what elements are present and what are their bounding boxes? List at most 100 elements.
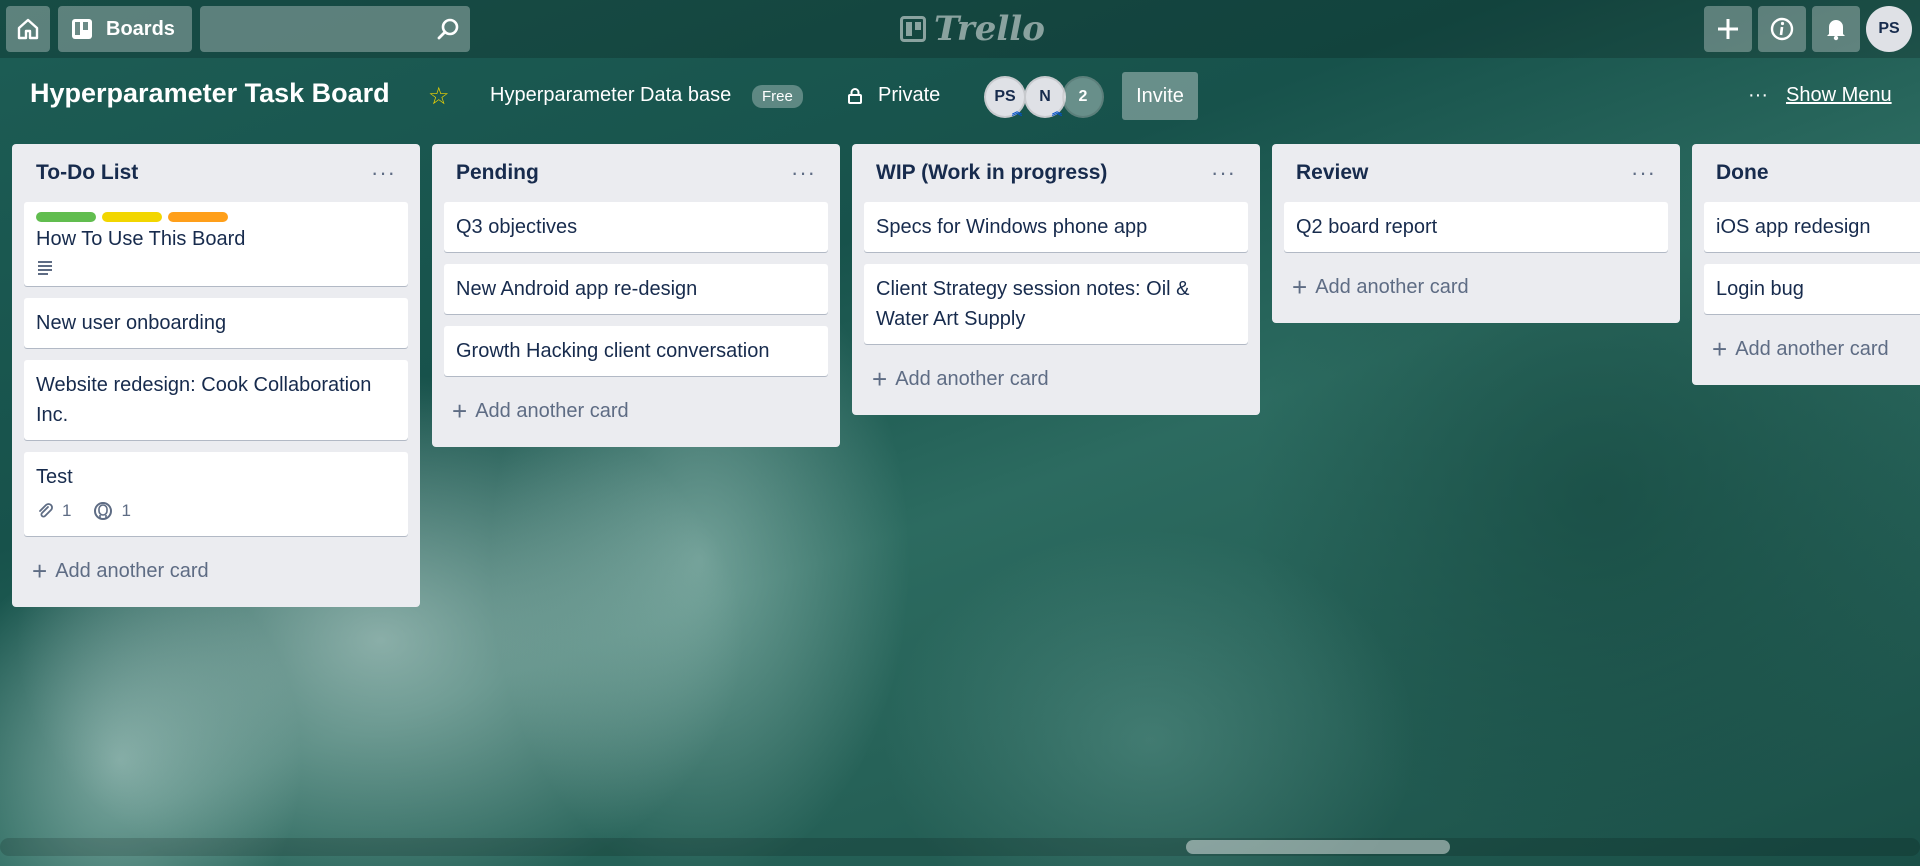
list-title[interactable]: Pending: [456, 161, 539, 185]
card[interactable]: Specs for Windows phone app: [864, 202, 1248, 252]
card[interactable]: Q3 objectives: [444, 202, 828, 252]
card[interactable]: New Android app re-design: [444, 264, 828, 314]
card-badges: 1 1: [36, 496, 396, 526]
add-card-button[interactable]: + Add another card: [24, 548, 408, 595]
list-menu-icon[interactable]: ···: [1631, 160, 1656, 186]
list-menu-icon[interactable]: ···: [791, 160, 816, 186]
list-menu-icon[interactable]: ···: [1211, 160, 1236, 186]
list-header: Pending ···: [444, 144, 828, 202]
admin-chevron-icon: ︽: [1052, 107, 1062, 118]
label-orange[interactable]: [168, 212, 228, 222]
list-menu-icon[interactable]: ···: [371, 160, 396, 186]
plan-badge: Free: [752, 85, 803, 108]
board-title[interactable]: Hyperparameter Task Board: [30, 78, 390, 109]
trello-logo-icon: [900, 16, 926, 42]
visibility-label: Private: [878, 84, 941, 106]
list-header: Done: [1704, 144, 1920, 202]
plus-icon: +: [872, 364, 888, 394]
github-count: 1: [121, 501, 131, 520]
more-members-count[interactable]: 2: [1062, 76, 1104, 118]
notifications-button[interactable]: [1812, 6, 1860, 52]
card-title: New Android app re-design: [456, 278, 698, 300]
list-title[interactable]: WIP (Work in progress): [876, 161, 1107, 185]
plus-icon: +: [1292, 272, 1308, 302]
list-header: WIP (Work in progress) ···: [864, 144, 1248, 202]
plus-icon: [1718, 19, 1738, 39]
home-icon: [17, 18, 39, 40]
card[interactable]: Growth Hacking client conversation: [444, 326, 828, 376]
list-review: Review ··· Q2 board report + Add another…: [1272, 144, 1680, 323]
card-title: Specs for Windows phone app: [876, 216, 1148, 238]
card-title: Q3 objectives: [456, 216, 578, 238]
add-card-label: Add another card: [1315, 276, 1469, 298]
plus-icon: +: [1712, 334, 1728, 364]
label-yellow[interactable]: [102, 212, 162, 222]
trello-logo: Trello: [900, 9, 1045, 49]
admin-chevron-icon: ︽: [1012, 107, 1022, 118]
search-input[interactable]: [200, 6, 470, 52]
attachments-count: 1: [62, 501, 72, 520]
boards-button[interactable]: Boards: [58, 6, 192, 52]
scrollbar-thumb[interactable]: [1186, 840, 1450, 854]
workspace-name[interactable]: Hyperparameter Data base: [490, 84, 731, 107]
card[interactable]: How To Use This Board: [24, 202, 408, 286]
add-card-button[interactable]: + Add another card: [1284, 264, 1668, 311]
star-icon[interactable]: ☆: [428, 82, 450, 111]
show-menu-button[interactable]: ··· Show Menu: [1748, 84, 1892, 107]
list-title[interactable]: Done: [1716, 161, 1769, 185]
card[interactable]: Test 1 1: [24, 452, 408, 536]
card-title: Test: [36, 466, 73, 488]
invite-button[interactable]: Invite: [1122, 72, 1198, 120]
attachments-badge: 1: [36, 496, 71, 526]
plus-icon: +: [452, 396, 468, 426]
github-badge: 1: [93, 496, 131, 526]
more-dots-icon: ···: [1748, 84, 1768, 106]
add-card-label: Add another card: [1735, 338, 1889, 360]
card-title: Website redesign: Cook Collaboration Inc…: [36, 374, 372, 426]
card-labels: [36, 212, 396, 222]
home-button[interactable]: [6, 6, 50, 52]
card[interactable]: Website redesign: Cook Collaboration Inc…: [24, 360, 408, 440]
user-avatar[interactable]: PS: [1866, 6, 1912, 52]
card-badges: [36, 258, 396, 276]
card[interactable]: Q2 board report: [1284, 202, 1668, 252]
add-card-button[interactable]: + Add another card: [444, 388, 828, 435]
horizontal-scrollbar[interactable]: [0, 838, 1920, 856]
show-menu-label: Show Menu: [1785, 84, 1892, 106]
list-to-do: To-Do List ··· How To Use This Board New…: [12, 144, 420, 607]
github-icon: [94, 502, 113, 520]
lock-icon: [848, 87, 862, 104]
plus-icon: +: [32, 556, 48, 586]
add-card-button[interactable]: + Add another card: [1704, 326, 1920, 373]
member-avatar[interactable]: N ︽: [1024, 76, 1066, 118]
boards-icon: [72, 19, 92, 39]
card-title: Login bug: [1716, 278, 1804, 300]
top-navigation-bar: Boards Trello PS: [0, 0, 1920, 58]
list-pending: Pending ··· Q3 objectives New Android ap…: [432, 144, 840, 447]
create-button[interactable]: [1704, 6, 1752, 52]
card-title: Q2 board report: [1296, 216, 1438, 238]
description-icon: [38, 261, 52, 275]
list-wip: WIP (Work in progress) ··· Specs for Win…: [852, 144, 1260, 415]
add-card-label: Add another card: [895, 368, 1049, 390]
logo-text: Trello: [934, 9, 1045, 49]
card[interactable]: Client Strategy session notes: Oil & Wat…: [864, 264, 1248, 344]
card[interactable]: New user onboarding: [24, 298, 408, 348]
list-title[interactable]: Review: [1296, 161, 1368, 185]
search-icon: [437, 18, 459, 40]
add-card-label: Add another card: [475, 400, 629, 422]
member-avatar[interactable]: PS ︽: [984, 76, 1026, 118]
add-card-button[interactable]: + Add another card: [864, 356, 1248, 403]
card-title: How To Use This Board: [36, 228, 246, 250]
info-icon: [1770, 17, 1794, 41]
label-green[interactable]: [36, 212, 96, 222]
card-title: Growth Hacking client conversation: [456, 340, 770, 362]
visibility-button[interactable]: Private: [846, 84, 940, 107]
boards-label: Boards: [106, 17, 175, 40]
card-title: iOS app redesign: [1716, 216, 1871, 238]
list-title[interactable]: To-Do List: [36, 161, 138, 185]
card[interactable]: Login bug: [1704, 264, 1920, 314]
board-header: Hyperparameter Task Board ☆ Hyperparamet…: [0, 70, 1920, 120]
card[interactable]: iOS app redesign: [1704, 202, 1920, 252]
info-button[interactable]: [1758, 6, 1806, 52]
